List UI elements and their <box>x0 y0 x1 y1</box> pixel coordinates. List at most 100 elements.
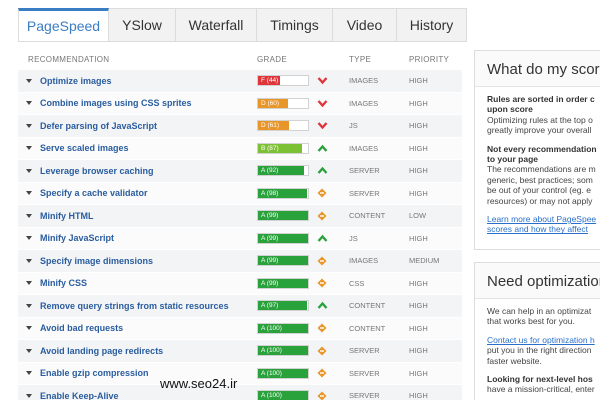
recommendation-name[interactable]: Enable gzip compression <box>40 368 149 378</box>
panel-text: to your page <box>487 154 539 165</box>
grade-cell: A (99) <box>257 210 349 222</box>
expand-caret-icon[interactable] <box>26 236 32 241</box>
tab-history[interactable]: History <box>397 8 467 42</box>
expand-caret-icon[interactable] <box>26 303 32 308</box>
type-cell: SERVER <box>349 368 380 378</box>
recommendation-name[interactable]: Minify HTML <box>40 211 94 221</box>
panel-title: Need optimization <box>475 263 600 299</box>
grade-bar: A (99) <box>257 255 309 267</box>
panel-body: Rules are sorted in order c upon score Opt… <box>475 87 600 242</box>
grade-text: A (92) <box>261 167 279 175</box>
table-row[interactable]: Minify CSS A (99) CSS HIGH <box>18 272 462 295</box>
recommendation-name[interactable]: Remove query strings from static resourc… <box>40 301 229 311</box>
table-row[interactable]: Minify JavaScript A (99) JS HIGH <box>18 227 462 250</box>
expand-caret-icon[interactable] <box>26 168 32 173</box>
panel-link[interactable]: Contact us for optimization h <box>487 335 600 345</box>
tab-timings[interactable]: Timings <box>257 8 333 42</box>
table-row[interactable]: Avoid landing page redirects A (100) SERVE… <box>18 340 462 363</box>
expand-caret-icon[interactable] <box>26 393 32 398</box>
type-cell: JS <box>349 121 358 131</box>
tab-bar-divider <box>18 41 464 42</box>
expand-caret-icon[interactable] <box>26 101 32 106</box>
recommendation-cell: Optimize images <box>18 76 257 86</box>
expand-caret-icon[interactable] <box>26 348 32 353</box>
recommendation-cell: Minify HTML <box>18 211 257 221</box>
recommendation-name[interactable]: Defer parsing of JavaScript <box>40 121 157 131</box>
tab-video[interactable]: Video <box>333 8 397 42</box>
grade-bar: A (100) <box>257 345 309 357</box>
table-row[interactable]: Serve scaled images B (87) IMAGES HIGH <box>18 137 462 160</box>
recommendation-name[interactable]: Minify CSS <box>40 278 87 288</box>
recommendation-cell: Avoid landing page redirects <box>18 346 257 356</box>
table-row[interactable]: Leverage browser caching A (92) SERVER HIGH <box>18 160 462 183</box>
expand-caret-icon[interactable] <box>26 326 32 331</box>
expand-caret-icon[interactable] <box>26 371 32 376</box>
priority-cell: HIGH <box>409 301 428 311</box>
expand-caret-icon[interactable] <box>26 78 32 83</box>
grade-text: A (97) <box>261 302 279 310</box>
table-row[interactable]: Enable gzip compression A (100) SERVER HIGH <box>18 362 462 385</box>
table-row[interactable]: Avoid bad requests A (100) CONTENT HIGH <box>18 317 462 340</box>
recommendation-name[interactable]: Specify image dimensions <box>40 256 153 266</box>
grade-bar: A (99) <box>257 210 309 222</box>
priority-cell: HIGH <box>409 391 428 400</box>
recommendation-name[interactable]: Enable Keep-Alive <box>40 391 119 400</box>
tab-waterfall[interactable]: Waterfall <box>176 8 257 42</box>
recommendation-cell: Avoid bad requests <box>18 323 257 333</box>
recommendation-name[interactable]: Combine images using CSS sprites <box>40 98 192 108</box>
grade-text: A (99) <box>261 234 279 242</box>
panel-text: faster website. <box>487 355 542 366</box>
recommendation-name[interactable]: Specify a cache validator <box>40 188 148 198</box>
table-row[interactable]: Specify a cache validator A (98) SERVER HIG… <box>18 182 462 205</box>
priority-cell: HIGH <box>409 98 428 108</box>
recommendation-name[interactable]: Minify JavaScript <box>40 233 114 243</box>
type-cell: SERVER <box>349 166 380 176</box>
table-body: Optimize images F (44) IMAGES HIGH Combine i… <box>18 70 462 400</box>
priority-cell: HIGH <box>409 121 428 131</box>
chevron-down-icon <box>316 75 328 87</box>
grade-bar: A (97) <box>257 300 309 312</box>
recommendation-name[interactable]: Optimize images <box>40 76 112 86</box>
grade-bar: A (99) <box>257 232 309 244</box>
recommendation-cell: Minify CSS <box>18 278 257 288</box>
table-row[interactable]: Minify HTML A (99) CONTENT LOW <box>18 205 462 228</box>
recommendation-name[interactable]: Serve scaled images <box>40 143 129 153</box>
optimization-panel: Need optimization We can help in an opti… <box>474 262 600 400</box>
panel-text: that works best for you. <box>487 316 575 327</box>
panel-title: What do my scores <box>475 51 600 87</box>
tab-yslow[interactable]: YSlow <box>109 8 176 42</box>
recommendation-cell: Remove query strings from static resourc… <box>18 301 257 311</box>
expand-caret-icon[interactable] <box>26 146 32 151</box>
table-row[interactable]: Defer parsing of JavaScript D (61) JS HIGH <box>18 115 462 138</box>
recommendation-name[interactable]: Avoid landing page redirects <box>40 346 163 356</box>
table-row[interactable]: Enable Keep-Alive A (100) SERVER HIGH <box>18 385 462 400</box>
grade-cell: A (98) <box>257 187 349 199</box>
recommendation-name[interactable]: Leverage browser caching <box>40 166 154 176</box>
grade-cell: A (100) <box>257 390 349 400</box>
tab-pagespeed[interactable]: PageSpeed <box>18 8 109 42</box>
table-row[interactable]: Combine images using CSS sprites D (60) IM… <box>18 92 462 115</box>
table-row[interactable]: Optimize images F (44) IMAGES HIGH <box>18 70 462 93</box>
recommendation-name[interactable]: Avoid bad requests <box>40 323 123 333</box>
panel-link[interactable]: scores and how they affect <box>487 224 600 234</box>
grade-text: A (100) <box>261 324 282 332</box>
panel-text: Rules are sorted in order c <box>487 94 595 104</box>
table-row[interactable]: Specify image dimensions A (99) IMAGES MEDI… <box>18 250 462 273</box>
recommendation-cell: Specify a cache validator <box>18 188 257 198</box>
priority-cell: MEDIUM <box>409 256 440 266</box>
panel-text: We can help in an optimizat <box>487 306 592 316</box>
grade-cell: B (87) <box>257 142 349 154</box>
grade-text: A (100) <box>261 392 282 400</box>
expand-caret-icon[interactable] <box>26 191 32 196</box>
grade-cell: A (97) <box>257 300 349 312</box>
table-row[interactable]: Remove query strings from static resourc… <box>18 295 462 318</box>
expand-caret-icon[interactable] <box>26 123 32 128</box>
recommendations-table: RECOMMENDATION GRADE TYPE PRIORITY Optim… <box>18 48 462 400</box>
expand-caret-icon[interactable] <box>26 281 32 286</box>
expand-caret-icon[interactable] <box>26 258 32 263</box>
panel-link[interactable]: Learn more about PageSpee <box>487 214 600 224</box>
grade-text: A (99) <box>261 279 279 287</box>
grade-cell: A (100) <box>257 345 349 357</box>
expand-caret-icon[interactable] <box>26 213 32 218</box>
